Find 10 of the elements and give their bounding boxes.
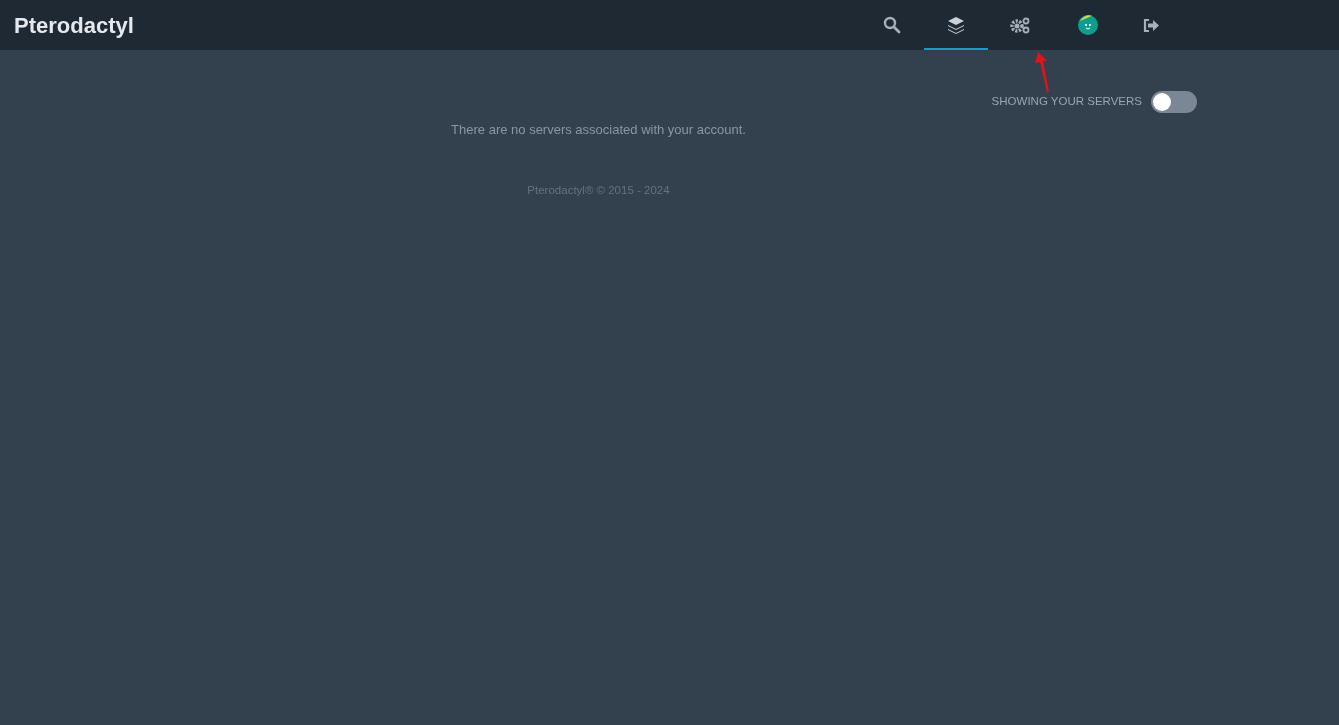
- brand-link[interactable]: Pterodactyl: [14, 8, 134, 42]
- servers-toggle[interactable]: [1151, 91, 1197, 113]
- gears-icon: [1008, 16, 1031, 34]
- layers-icon: [946, 16, 965, 34]
- toggle-label: SHOWING YOUR SERVERS: [991, 94, 1142, 110]
- search-icon: [882, 16, 901, 34]
- annotation-arrow: [1034, 50, 1052, 94]
- avatar-icon: [1077, 15, 1098, 35]
- logout-icon: [1143, 17, 1161, 33]
- empty-message: There are no servers associated with your account.: [450, 121, 747, 139]
